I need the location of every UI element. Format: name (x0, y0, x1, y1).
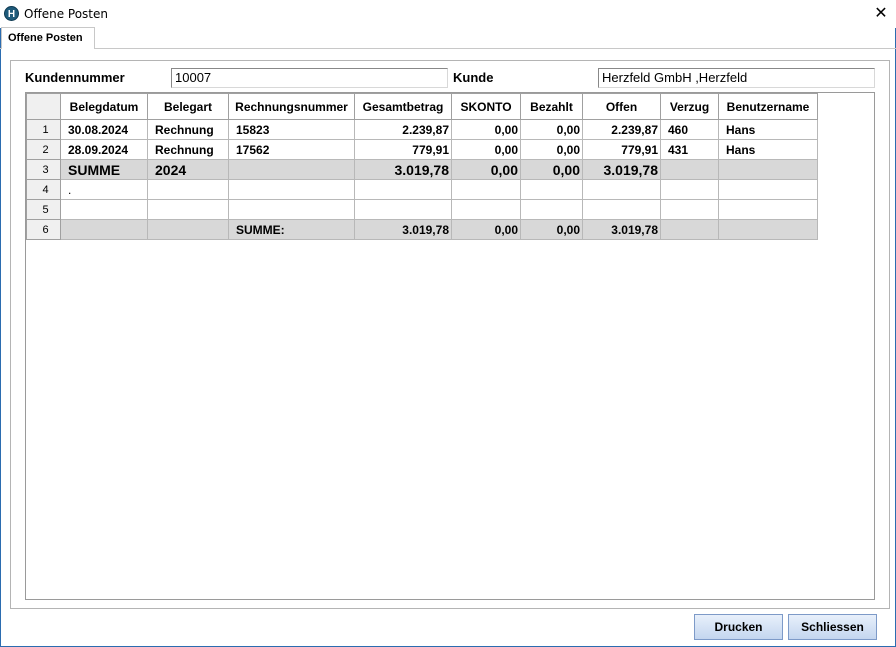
cell-skonto[interactable]: 0,00 (451, 159, 521, 180)
cell-bezahlt[interactable]: 0,00 (520, 119, 583, 140)
cell-offen[interactable] (582, 179, 661, 200)
row-number[interactable]: 5 (26, 199, 61, 220)
row-number[interactable]: 6 (26, 219, 61, 240)
column-header[interactable]: Bezahlt (520, 93, 583, 120)
cell-gesamtbetrag[interactable]: 3.019,78 (354, 159, 452, 180)
row-number[interactable]: 2 (26, 139, 61, 160)
cell-belegart[interactable] (147, 179, 229, 200)
close-icon[interactable]: ✕ (870, 3, 892, 25)
cell-belegdatum[interactable]: 30.08.2024 (60, 119, 148, 140)
tab-strip: Offene Posten (0, 27, 896, 49)
open-items-table: Belegdatum Belegart Rechnungsnummer Gesa… (26, 93, 818, 240)
column-header[interactable]: Belegart (147, 93, 229, 120)
cell-gesamtbetrag[interactable]: 2.239,87 (354, 119, 452, 140)
title-bar: H Offene Posten ✕ (0, 0, 896, 28)
cell-belegdatum[interactable]: SUMME (60, 159, 148, 180)
cell-skonto[interactable] (451, 179, 521, 200)
cell-skonto[interactable]: 0,00 (451, 139, 521, 160)
table-row[interactable]: 5 (26, 199, 818, 220)
cell-verzug[interactable]: 460 (660, 119, 719, 140)
column-header[interactable]: Gesamtbetrag (354, 93, 452, 120)
cell-offen[interactable] (582, 199, 661, 220)
table-row-year-sum[interactable]: 3 SUMME 2024 3.019,78 0,00 0,00 3.019,78 (26, 159, 818, 180)
cell-verzug[interactable] (660, 159, 719, 180)
row-number[interactable]: 3 (26, 159, 61, 180)
kundennummer-field[interactable]: 10007 (171, 68, 448, 88)
cell-skonto[interactable] (451, 199, 521, 220)
cell-benutzername[interactable]: Hans (718, 139, 818, 160)
cell-belegart[interactable] (147, 199, 229, 220)
cell-rechnungsnummer[interactable] (228, 199, 355, 220)
cell-bezahlt[interactable] (520, 199, 583, 220)
kunde-field[interactable]: Herzfeld GmbH ,Herzfeld (598, 68, 875, 88)
table-row[interactable]: 4 . (26, 179, 818, 200)
cell-verzug[interactable]: 431 (660, 139, 719, 160)
cell-belegart[interactable] (147, 219, 229, 240)
row-number[interactable]: 1 (26, 119, 61, 140)
cell-gesamtbetrag[interactable] (354, 179, 452, 200)
cell-offen[interactable]: 3.019,78 (582, 219, 661, 240)
cell-benutzername[interactable] (718, 219, 818, 240)
cell-rechnungsnummer[interactable]: 17562 (228, 139, 355, 160)
cell-benutzername[interactable] (718, 179, 818, 200)
cell-skonto[interactable]: 0,00 (451, 219, 521, 240)
cell-rechnungsnummer[interactable] (228, 179, 355, 200)
cell-rechnungsnummer[interactable] (228, 159, 355, 180)
cell-bezahlt[interactable]: 0,00 (520, 139, 583, 160)
cell-belegdatum[interactable]: . (60, 179, 148, 200)
table-row-total[interactable]: 6 SUMME: 3.019,78 0,00 0,00 3.019,78 (26, 219, 818, 240)
column-header[interactable]: SKONTO (451, 93, 521, 120)
close-button[interactable]: Schliessen (788, 614, 877, 640)
column-header[interactable]: Belegdatum (60, 93, 148, 120)
cell-verzug[interactable] (660, 199, 719, 220)
column-header[interactable]: Verzug (660, 93, 719, 120)
cell-gesamtbetrag[interactable] (354, 199, 452, 220)
cell-verzug[interactable] (660, 179, 719, 200)
cell-bezahlt[interactable] (520, 179, 583, 200)
column-header[interactable]: Rechnungsnummer (228, 93, 355, 120)
table-row[interactable]: 1 30.08.2024 Rechnung 15823 2.239,87 0,0… (26, 119, 818, 140)
cell-skonto[interactable]: 0,00 (451, 119, 521, 140)
column-header[interactable]: Offen (582, 93, 661, 120)
tab-offene-posten[interactable]: Offene Posten (1, 27, 95, 49)
cell-benutzername[interactable] (718, 199, 818, 220)
cell-belegdatum[interactable]: 28.09.2024 (60, 139, 148, 160)
cell-bezahlt[interactable]: 0,00 (520, 219, 583, 240)
kunde-label: Kunde (453, 70, 494, 85)
corner-cell[interactable] (26, 93, 61, 120)
cell-rechnungsnummer[interactable]: 15823 (228, 119, 355, 140)
cell-verzug[interactable] (660, 219, 719, 240)
cell-belegdatum[interactable] (60, 219, 148, 240)
cell-offen[interactable]: 3.019,78 (582, 159, 661, 180)
window-title: Offene Posten (24, 7, 108, 21)
cell-benutzername[interactable]: Hans (718, 119, 818, 140)
kundennummer-label: Kundennummer (25, 70, 125, 85)
cell-belegart[interactable]: Rechnung (147, 139, 229, 160)
cell-belegdatum[interactable] (60, 199, 148, 220)
table-row[interactable]: 2 28.09.2024 Rechnung 17562 779,91 0,00 … (26, 139, 818, 160)
column-header[interactable]: Benutzername (718, 93, 818, 120)
app-logo-icon: H (4, 6, 19, 21)
cell-rechnungsnummer[interactable]: SUMME: (228, 219, 355, 240)
cell-belegart[interactable]: 2024 (147, 159, 229, 180)
cell-gesamtbetrag[interactable]: 779,91 (354, 139, 452, 160)
cell-benutzername[interactable] (718, 159, 818, 180)
cell-offen[interactable]: 2.239,87 (582, 119, 661, 140)
print-button[interactable]: Drucken (694, 614, 783, 640)
row-number[interactable]: 4 (26, 179, 61, 200)
cell-bezahlt[interactable]: 0,00 (520, 159, 583, 180)
cell-offen[interactable]: 779,91 (582, 139, 661, 160)
table-header-row: Belegdatum Belegart Rechnungsnummer Gesa… (26, 93, 818, 120)
cell-gesamtbetrag[interactable]: 3.019,78 (354, 219, 452, 240)
cell-belegart[interactable]: Rechnung (147, 119, 229, 140)
